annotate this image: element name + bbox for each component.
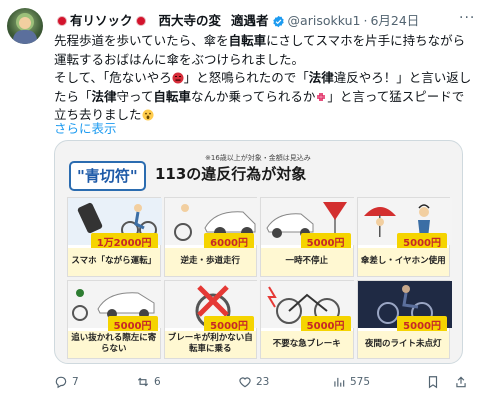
retweet-icon <box>137 377 149 387</box>
violation-label: ブレーキが利かない自転車に乗る <box>164 330 256 358</box>
violation-label: 夜間のライト未点灯 <box>357 330 449 358</box>
bookmark-button[interactable] <box>426 375 444 389</box>
tweet-date[interactable]: 6月24日 <box>370 13 419 29</box>
bookmark-icon <box>428 376 438 389</box>
violation-cell: 5000円 夜間のライト未点灯 <box>356 279 452 359</box>
author-avatar[interactable] <box>7 8 43 44</box>
text-segment: 先程歩道を歩いていたら、傘を <box>54 33 229 48</box>
text-segment: そして、「危ないやろ <box>54 70 172 85</box>
blue-ticket-badge: "青切符" <box>69 161 146 191</box>
like-count: 23 <box>256 376 270 388</box>
violation-label: 逆走・歩道走行 <box>164 248 256 276</box>
verified-badge-icon <box>272 15 284 27</box>
author-handle[interactable]: @arisokku1 <box>288 13 361 29</box>
author-name[interactable]: 有リソック <box>70 13 133 29</box>
show-more-link[interactable]: さらに表示 <box>54 118 117 137</box>
action-bar: 7 6 23 575 <box>54 373 474 391</box>
violation-cell: 5000円 不要な急ブレーキ <box>260 279 355 359</box>
violation-label: 一時不停止 <box>261 248 353 276</box>
red-dot-icon <box>135 16 146 26</box>
card-title: ※16歳以上が対象・金額は見込み "青切符" 113の違反行為が対象 <box>55 154 462 193</box>
violation-label: 傘差し・イヤホン使用 <box>357 248 449 276</box>
avatar-body <box>13 30 37 44</box>
share-button[interactable] <box>454 375 472 389</box>
violation-cell: 5000円 傘差し・イヤホン使用 <box>356 197 452 277</box>
text-segment: 守って <box>116 88 154 104</box>
media-card[interactable]: ※16歳以上が対象・金額は見込み "青切符" 113の違反行為が対象 1万200… <box>54 140 463 364</box>
view-count: 575 <box>350 376 371 388</box>
violation-cell: 5000円 追い抜かれる際左に寄らない <box>67 279 162 359</box>
text-segment: なんか乗ってられるか <box>190 88 316 104</box>
retweet-count: 6 <box>154 376 161 388</box>
astonished-face-icon <box>142 109 154 121</box>
red-dot-icon <box>57 16 67 26</box>
card-headline: 113の違反行為が対象 <box>155 165 307 183</box>
text-segment: 」と怒鳴られたので「 <box>183 70 309 85</box>
violation-cell: 1万2000円 スマホ「ながら運転」 <box>67 197 162 277</box>
text-bold: 自転車 <box>153 88 191 104</box>
violation-cell: 5000円 ブレーキが利かない自転車に乗る <box>163 279 259 359</box>
share-icon <box>456 376 466 388</box>
violation-label: 追い抜かれる際左に寄らない <box>68 330 160 358</box>
author-name-part3[interactable]: 適遇者 <box>231 13 269 29</box>
more-options-icon[interactable]: ··· <box>459 10 475 26</box>
text-bold: 法律 <box>91 88 117 104</box>
author-name-part2[interactable]: 西大寺の変 <box>159 13 222 29</box>
violation-label: スマホ「ながら運転」 <box>68 248 160 276</box>
reply-icon <box>55 376 67 389</box>
violations-grid: 1万2000円 スマホ「ながら運転」 6000円 逆走・歩道走行 5000円 一… <box>67 197 452 359</box>
card-note: ※16歳以上が対象・金額は見込み <box>205 154 311 162</box>
anger-symbol-icon <box>317 92 326 101</box>
text-bold: 自転車 <box>228 33 267 48</box>
violation-cell: 6000円 逆走・歩道走行 <box>163 197 259 277</box>
violation-label: 不要な急ブレーキ <box>261 330 353 358</box>
views-button[interactable]: 575 <box>332 375 370 389</box>
reply-count: 7 <box>72 376 79 388</box>
retweet-button[interactable]: 6 <box>136 375 161 389</box>
angry-face-icon <box>172 72 184 84</box>
reply-button[interactable]: 7 <box>54 375 79 389</box>
like-button[interactable]: 23 <box>238 375 269 389</box>
tweet-header: 有リソック 西大寺の変 適遇者 @arisokku1 · 6月24日 <box>54 13 419 29</box>
text-bold: 法律 <box>308 70 334 85</box>
views-chart-icon <box>334 377 345 387</box>
heart-icon <box>239 377 251 388</box>
date-separator: · <box>363 13 368 28</box>
violation-cell: 5000円 一時不停止 <box>260 197 355 277</box>
avatar-face <box>19 17 31 29</box>
tweet-text: 先程歩道を歩いていたら、傘を自転車にさしてスマホを片手に持ちながら運転するおばは… <box>54 32 474 125</box>
